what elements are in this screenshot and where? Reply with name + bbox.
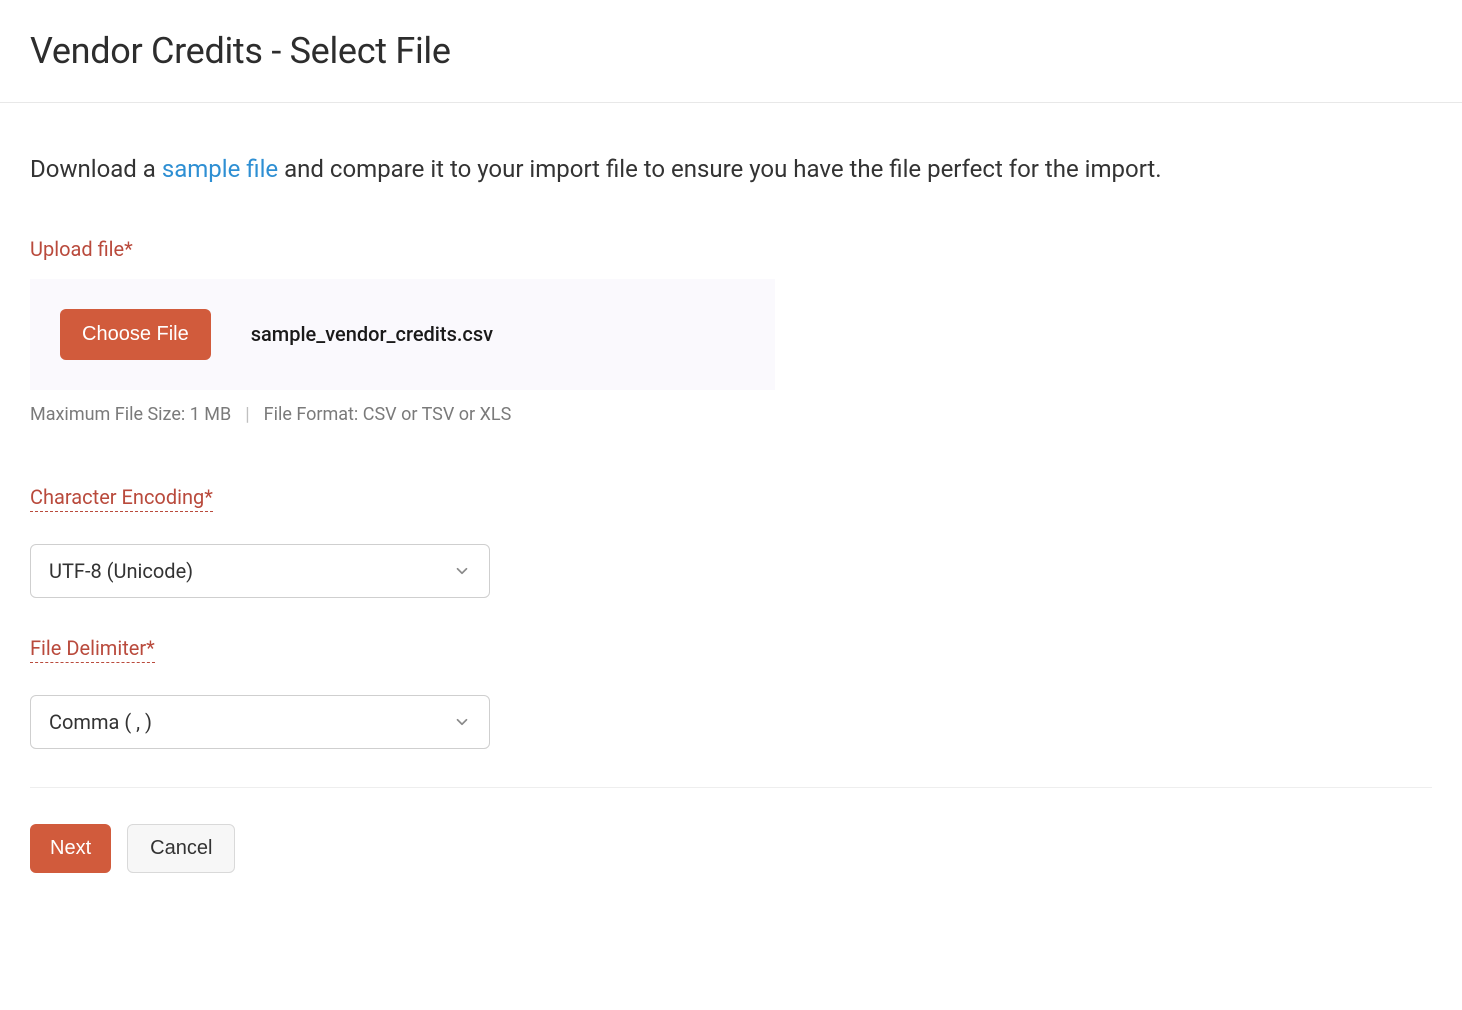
section-divider <box>30 787 1432 788</box>
hint-file-format: File Format: CSV or TSV or XLS <box>264 404 512 425</box>
encoding-value: UTF-8 (Unicode) <box>49 559 193 583</box>
hint-max-size: Maximum File Size: 1 MB <box>30 404 231 425</box>
upload-section: Upload file* Choose File sample_vendor_c… <box>30 237 1432 425</box>
selected-filename: sample_vendor_credits.csv <box>251 322 493 346</box>
intro-prefix: Download a <box>30 155 162 183</box>
next-button[interactable]: Next <box>30 824 111 873</box>
actions-row: Next Cancel <box>30 824 1432 873</box>
sample-file-link[interactable]: sample file <box>162 155 278 183</box>
encoding-label: Character Encoding* <box>30 485 213 512</box>
content-area: Download a sample file and compare it to… <box>0 103 1462 913</box>
encoding-select[interactable]: UTF-8 (Unicode) <box>30 544 490 598</box>
choose-file-button[interactable]: Choose File <box>60 309 211 360</box>
cancel-button[interactable]: Cancel <box>127 824 235 873</box>
intro-suffix: and compare it to your import file to en… <box>278 155 1161 183</box>
encoding-section: Character Encoding* UTF-8 (Unicode) <box>30 485 1432 598</box>
delimiter-label: File Delimiter* <box>30 636 155 663</box>
delimiter-select[interactable]: Comma ( , ) <box>30 695 490 749</box>
upload-hints: Maximum File Size: 1 MB | File Format: C… <box>30 404 1432 425</box>
delimiter-value: Comma ( , ) <box>49 710 152 734</box>
chevron-down-icon <box>453 562 471 580</box>
hint-separator: | <box>245 404 249 425</box>
chevron-down-icon <box>453 713 471 731</box>
upload-dropzone: Choose File sample_vendor_credits.csv <box>30 279 775 390</box>
delimiter-section: File Delimiter* Comma ( , ) <box>30 636 1432 749</box>
page-title: Vendor Credits - Select File <box>30 30 1432 72</box>
intro-text: Download a sample file and compare it to… <box>30 153 1432 187</box>
upload-label: Upload file* <box>30 237 133 261</box>
page-header: Vendor Credits - Select File <box>0 0 1462 103</box>
